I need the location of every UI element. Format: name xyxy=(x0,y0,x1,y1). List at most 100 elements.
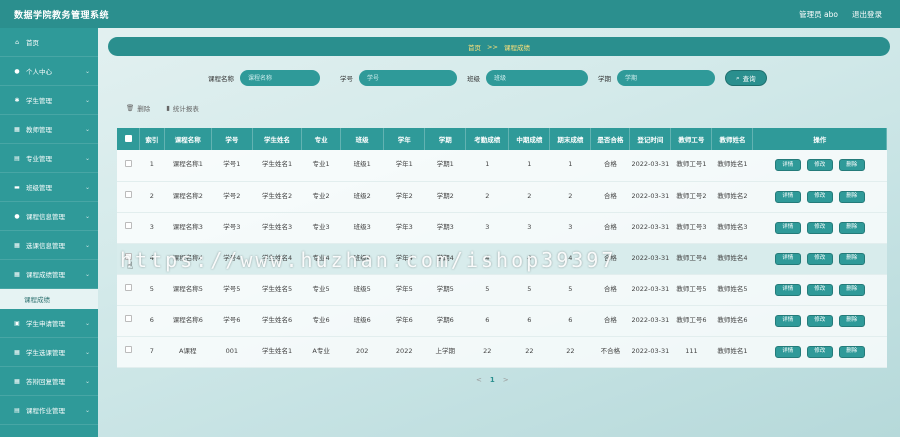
sidebar-item-6[interactable]: ● 课程信息管理 ⌄ xyxy=(0,202,98,231)
stats-report-button[interactable]: ▮ 统计报表 xyxy=(166,103,199,113)
row-actions-cell: 详情 修改 删除 xyxy=(753,150,887,181)
detail-button[interactable]: 详情 xyxy=(774,345,801,358)
page-1-button[interactable]: 1 xyxy=(490,376,495,384)
select-all-checkbox[interactable] xyxy=(124,134,132,142)
class-input[interactable] xyxy=(486,70,588,86)
sidebar-item-3[interactable]: ▦ 教师管理 ⌄ xyxy=(0,115,98,144)
row-delete-button[interactable]: 删除 xyxy=(838,283,865,296)
table-cell: 4 xyxy=(485,253,490,262)
table-row[interactable]: 7 A课程 001 学生姓名1 A专业 202 2022 上学期 22 22 22 不合格 2022-0… xyxy=(117,336,887,367)
column-header: 课程名称 xyxy=(164,128,212,150)
sidebar-subitem-course-grades[interactable]: 课程成绩 xyxy=(0,289,98,309)
chevron-down-icon: ⌄ xyxy=(84,319,90,327)
row-delete-button[interactable]: 删除 xyxy=(838,190,865,203)
sidebar-item-13[interactable]: ▤ 课程作业管理 ⌄ xyxy=(0,396,98,425)
table-cell: 5 xyxy=(485,284,490,293)
table-cell: 2 xyxy=(527,191,532,200)
search-icon: ⌕ xyxy=(736,73,740,82)
detail-button[interactable]: 详情 xyxy=(774,159,801,172)
table-cell: 课程名称3 xyxy=(172,222,203,231)
table-row[interactable]: 6 课程名称6 学号6 学生姓名6 专业6 班级6 学年6 学期6 6 6 6 合格 2022-03-3… xyxy=(117,305,887,336)
next-page-button[interactable]: > xyxy=(503,376,509,384)
row-checkbox[interactable] xyxy=(124,346,132,354)
table-cell: 2 xyxy=(485,191,490,200)
edit-button[interactable]: 修改 xyxy=(806,190,833,203)
edit-button[interactable]: 修改 xyxy=(806,283,833,296)
edit-button[interactable]: 修改 xyxy=(806,252,833,265)
grid-icon: ▦ xyxy=(14,377,20,385)
table-row[interactable]: 1 课程名称1 学号1 学生姓名1 专业1 班级1 学年1 学期1 1 1 1 合格 2022-03-3… xyxy=(117,150,887,181)
row-actions: 详情 修改 删除 xyxy=(753,345,887,358)
student-id-input[interactable] xyxy=(359,70,457,86)
table-cell: 专业1 xyxy=(312,160,330,169)
edit-button[interactable]: 修改 xyxy=(806,159,833,172)
pagination: < 1 > xyxy=(476,376,509,384)
search-button[interactable]: ⌕ 查询 xyxy=(725,70,767,86)
edit-button[interactable]: 修改 xyxy=(806,314,833,327)
row-checkbox[interactable] xyxy=(124,191,132,199)
sidebar-item-label: 专业管理 xyxy=(26,155,52,163)
table-cell: 学生姓名5 xyxy=(261,284,293,293)
row-select-cell xyxy=(117,243,140,274)
row-checkbox[interactable] xyxy=(124,315,132,323)
detail-button[interactable]: 详情 xyxy=(774,283,801,296)
sidebar-item-10[interactable]: ▣ 学生申请管理 ⌄ xyxy=(0,309,98,338)
column-header: 学期 xyxy=(424,128,467,150)
breadcrumb-home[interactable]: 首页 xyxy=(468,42,481,52)
column-header: 是否合格 xyxy=(590,128,631,150)
row-delete-button[interactable]: 删除 xyxy=(838,221,865,234)
column-header: 班级 xyxy=(340,128,385,150)
logout-link[interactable]: 退出登录 xyxy=(852,9,882,20)
row-checkbox[interactable] xyxy=(124,284,132,292)
row-delete-button[interactable]: 删除 xyxy=(838,252,865,265)
sidebar-item-4[interactable]: ▤ 专业管理 ⌄ xyxy=(0,144,98,173)
app-title: 数据学院教务管理系统 xyxy=(14,10,110,21)
edit-button[interactable]: 修改 xyxy=(806,345,833,358)
current-user[interactable]: 管理员 abo xyxy=(799,9,838,20)
detail-button[interactable]: 详情 xyxy=(774,190,801,203)
table-row[interactable]: 2 课程名称2 学号2 学生姓名2 专业2 班级2 学年2 学期2 2 2 2 合格 2022-03-3… xyxy=(117,181,887,212)
edit-button[interactable]: 修改 xyxy=(806,221,833,234)
table-cell: 教师姓名4 xyxy=(717,253,748,262)
row-actions: 详情 修改 删除 xyxy=(753,283,887,296)
sidebar-item-0[interactable]: ⌂ 首页 xyxy=(0,28,98,57)
doc-icon: ▤ xyxy=(14,406,20,414)
table-cell: 学号4 xyxy=(223,253,241,262)
sidebar-item-5[interactable]: ▬ 班级管理 ⌄ xyxy=(0,173,98,202)
table-cell: 2022 xyxy=(395,346,413,355)
prev-page-button[interactable]: < xyxy=(476,376,482,384)
row-actions: 详情 修改 删除 xyxy=(753,252,887,265)
row-checkbox[interactable] xyxy=(124,222,132,230)
detail-button[interactable]: 详情 xyxy=(774,252,801,265)
row-delete-button[interactable]: 删除 xyxy=(838,345,865,358)
table-cell: 教师工号6 xyxy=(676,315,707,324)
sidebar-item-2[interactable]: ✱ 学生管理 ⌄ xyxy=(0,86,98,115)
table-cell: 合格 xyxy=(603,191,617,200)
table-cell: 6 xyxy=(568,315,573,324)
term-input[interactable] xyxy=(617,70,715,86)
chevron-down-icon: ⌄ xyxy=(84,348,90,356)
grid-icon: ▦ xyxy=(14,348,20,356)
row-delete-button[interactable]: 删除 xyxy=(838,159,865,172)
sidebar-item-8[interactable]: ▦ 课程成绩管理 ⌄ xyxy=(0,260,98,289)
table-cell: 教师工号1 xyxy=(676,160,707,169)
row-checkbox[interactable] xyxy=(124,159,132,167)
sidebar-item-12[interactable]: ▦ 答辩回复管理 ⌄ xyxy=(0,367,98,396)
sidebar-item-1[interactable]: ● 个人中心 ⌄ xyxy=(0,57,98,86)
sidebar-item-7[interactable]: ▦ 选课信息管理 ⌄ xyxy=(0,231,98,260)
row-checkbox[interactable] xyxy=(124,253,132,261)
sidebar-item-11[interactable]: ▦ 学生选课管理 ⌄ xyxy=(0,338,98,367)
table-cell: 合格 xyxy=(603,284,617,293)
detail-button[interactable]: 详情 xyxy=(774,221,801,234)
table-row[interactable]: 4 课程名称4 学号4 学生姓名4 专业4 班级4 学年4 学期4 4 4 4 合格 2022-03-3… xyxy=(117,243,887,274)
delete-button[interactable]: 🗑 删除 xyxy=(126,103,150,113)
sidebar-item-label: 课程成绩管理 xyxy=(26,271,65,279)
table-cell: 6 xyxy=(485,315,490,324)
detail-button[interactable]: 详情 xyxy=(774,314,801,327)
table-row[interactable]: 3 课程名称3 学号3 学生姓名3 专业3 班级3 学年3 学期3 3 3 3 合格 2022-03-3… xyxy=(117,212,887,243)
table-cell: 合格 xyxy=(603,222,617,231)
row-delete-button[interactable]: 删除 xyxy=(838,314,865,327)
table-row[interactable]: 5 课程名称5 学号5 学生姓名5 专业5 班级5 学年5 学期5 5 5 5 合格 2022-03-3… xyxy=(117,274,887,305)
course-name-input[interactable] xyxy=(240,70,320,86)
table-cell: 7 xyxy=(149,346,154,355)
